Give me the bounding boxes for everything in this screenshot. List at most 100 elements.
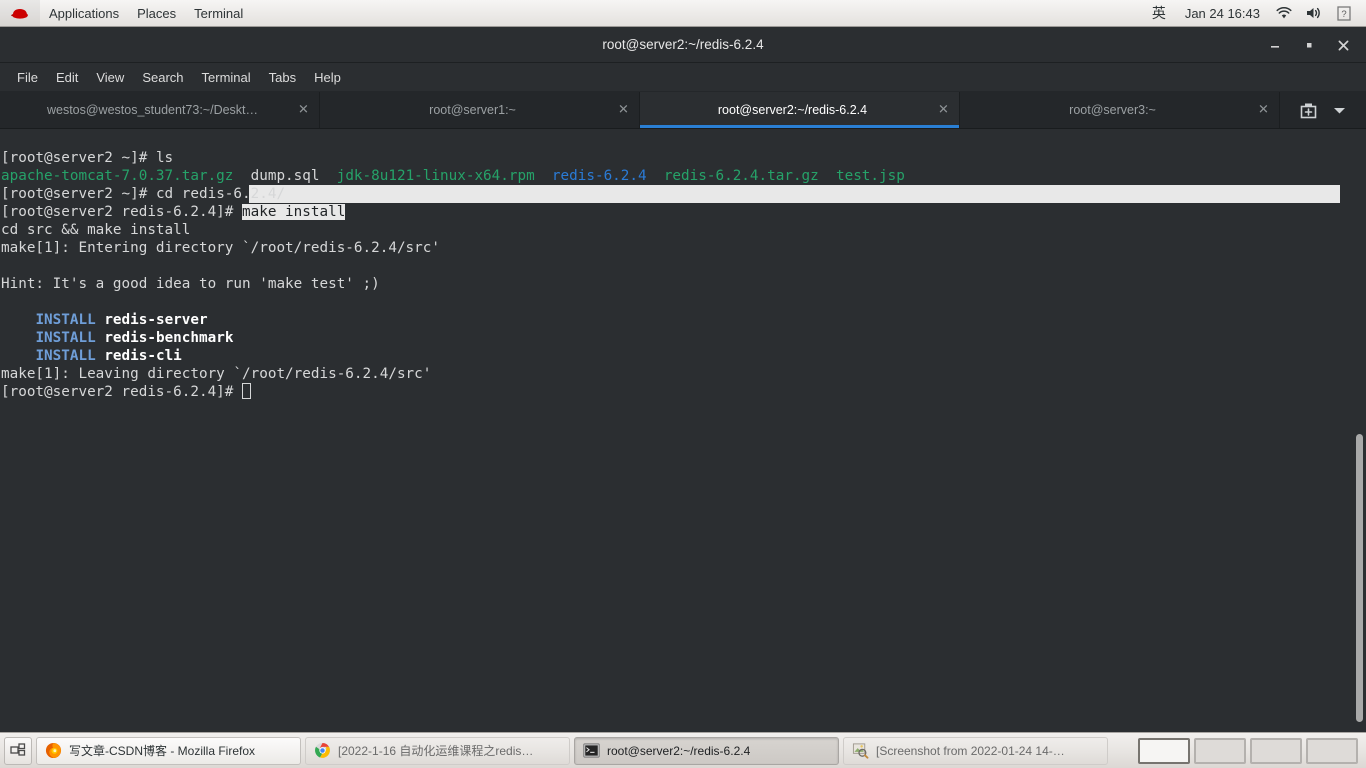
chevron-down-icon[interactable] [1333,106,1346,115]
taskbar-item-label: [2022-1-16 自动化运维课程之redis… [338,744,534,758]
maximize-button[interactable] [1292,30,1326,60]
taskbar-item-label: 写文章-CSDN博客 - Mozilla Firefox [69,744,256,758]
firefox-icon [45,742,62,759]
window-title-bar: root@server2:~/redis-6.2.4 [0,27,1366,63]
tab-westos-student73[interactable]: westos@westos_student73:~/Deskt… ✕ [0,92,320,128]
file-apache-tomcat: apache-tomcat-7.0.37.tar.gz [1,168,234,184]
tab-label: westos@westos_student73:~/Deskt… [46,103,259,117]
wifi-icon[interactable] [1269,0,1299,26]
prompt: [root@server2 redis-6.2.4]# [1,204,243,220]
install-target: redis-server [104,312,208,328]
tab-root-server3[interactable]: root@server3:~ ✕ [960,92,1280,128]
tab-close-icon[interactable]: ✕ [1256,103,1271,118]
file-test-jsp: test.jsp [835,168,905,184]
file-dump-sql: dump.sql [250,168,320,184]
menu-file[interactable]: File [8,67,47,88]
taskbar-item-label: [Screenshot from 2022-01-24 14-… [876,743,1065,758]
minimize-icon [1271,46,1279,48]
svg-text:?: ? [1341,9,1346,20]
menu-terminal[interactable]: Terminal [193,67,260,88]
terminal-scrollbar[interactable] [1353,129,1366,732]
workspace-1[interactable] [1138,737,1190,764]
close-button[interactable] [1326,30,1360,60]
terminal-line: [root@server2 ~]# cd redis-6.2.4/ [1,185,905,203]
new-tab-icon[interactable] [1300,102,1317,119]
menu-places[interactable]: Places [128,0,185,26]
tab-bar-tools [1280,92,1366,128]
tab-root-server2[interactable]: root@server2:~/redis-6.2.4 ✕ [640,92,960,128]
show-desktop-button[interactable] [4,736,32,765]
taskbar-item-screenshot[interactable]: [Screenshot from 2022-01-24 14-… [843,736,1108,765]
maximize-icon [1307,43,1312,48]
install-target: redis-benchmark [104,330,234,346]
close-icon [1338,40,1348,50]
workspace-2[interactable] [1194,737,1246,764]
terminal-text: [root@server2 ~]# ls apache-tomcat-7.0.37… [0,131,905,437]
tab-root-server1[interactable]: root@server1:~ ✕ [320,92,640,128]
prompt: [root@server2 ~]# [1,186,156,202]
image-viewer-icon [852,743,869,759]
tab-close-icon[interactable]: ✕ [616,103,631,118]
menu-applications[interactable]: Applications [40,0,128,26]
prompt: [root@server2 redis-6.2.4]# [1,384,243,400]
command-make-install: make install [242,204,346,220]
taskbar-item-firefox[interactable]: 写文章-CSDN博客 - Mozilla Firefox [36,736,301,765]
menu-view[interactable]: View [87,67,133,88]
dir-redis: redis-6.2.4 [551,168,647,184]
redhat-logo-button[interactable] [0,0,40,26]
power-icon[interactable]: ? [1330,0,1358,26]
scrollbar-thumb[interactable] [1356,434,1363,722]
menu-help[interactable]: Help [305,67,350,88]
show-desktop-icon [10,742,26,756]
install-action: INSTALL [35,312,96,328]
clock[interactable]: Jan 24 16:43 [1176,6,1269,21]
terminal-line: Hint: It's a good idea to run 'make test… [1,276,380,292]
install-action: INSTALL [35,330,96,346]
taskbar-item-chrome[interactable]: [2022-1-16 自动化运维课程之redis… [305,736,570,765]
tab-label: root@server1:~ [429,103,516,117]
menu-search[interactable]: Search [133,67,192,88]
terminal-line: [root@server2 redis-6.2.4]# [1,383,905,401]
gnome-top-panel: Applications Places Terminal 英 Jan 24 16… [0,0,1366,27]
install-target: redis-cli [104,348,182,364]
tab-label: root@server3:~ [1069,103,1156,117]
taskbar-item-label: root@server2:~/redis-6.2.4 [607,743,751,758]
menu-bar: File Edit View Search Terminal Tabs Help [0,63,1366,92]
file-redis-tar: redis-6.2.4.tar.gz [663,168,819,184]
menu-edit[interactable]: Edit [47,67,87,88]
terminal-line: [root@server2 redis-6.2.4]# make install [1,203,905,221]
window-controls [1258,27,1360,63]
chrome-icon [314,742,331,759]
terminal-line: [root@server2 ~]# ls [1,149,905,167]
tab-close-icon[interactable]: ✕ [296,103,311,118]
terminal-line: cd src && make install [1,222,191,238]
menu-tabs[interactable]: Tabs [260,67,305,88]
taskbar: 写文章-CSDN博客 - Mozilla Firefox [2022-1-16 … [0,732,1366,768]
tab-bar: westos@westos_student73:~/Deskt… ✕ root@… [0,92,1366,129]
workspace-pager [1138,737,1362,764]
taskbar-item-terminal[interactable]: root@server2:~/redis-6.2.4 [574,736,839,765]
minimize-button[interactable] [1258,30,1292,60]
volume-icon[interactable] [1299,0,1330,26]
terminal-line: INSTALL redis-server [1,311,905,329]
terminal-output-area[interactable]: [root@server2 ~]# ls apache-tomcat-7.0.37… [0,129,1366,732]
terminal-line: make[1]: Entering directory `/root/redis… [1,240,440,256]
terminal-window: root@server2:~/redis-6.2.4 File Edit Vie… [0,27,1366,732]
input-method-indicator[interactable]: 英 [1142,3,1176,23]
tab-label: root@server2:~/redis-6.2.4 [717,103,868,117]
terminal-cursor [242,383,252,399]
terminal-line: INSTALL redis-cli [1,347,905,365]
workspace-3[interactable] [1250,737,1302,764]
terminal-line: apache-tomcat-7.0.37.tar.gz dump.sql jdk… [1,167,905,185]
workspace-4[interactable] [1306,737,1358,764]
window-title: root@server2:~/redis-6.2.4 [602,37,764,52]
terminal-icon [583,743,600,758]
menu-terminal[interactable]: Terminal [185,0,252,26]
install-action: INSTALL [35,348,96,364]
terminal-line: make[1]: Leaving directory `/root/redis-… [1,366,432,382]
terminal-line: INSTALL redis-benchmark [1,329,905,347]
redhat-icon [11,8,28,19]
tab-close-icon[interactable]: ✕ [936,103,951,118]
